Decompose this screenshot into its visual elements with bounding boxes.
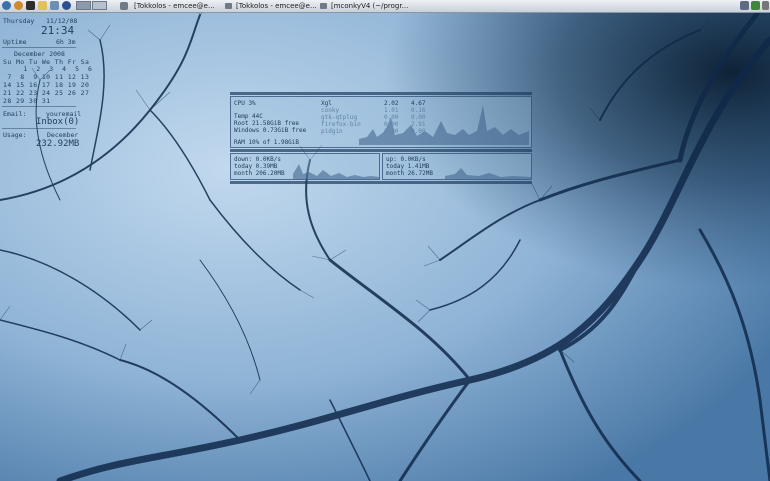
usage-period: December: [47, 131, 79, 139]
process-name: pidgin: [321, 128, 343, 135]
usage-value: 232.92MB: [36, 139, 80, 149]
tray-volume-icon[interactable]: [740, 1, 749, 10]
process-mem: 0.00: [411, 128, 426, 135]
process-cpu: 1.01: [384, 107, 399, 114]
cpu-temp: Temp 44C: [234, 113, 263, 120]
process-mem: 0.16: [411, 107, 426, 114]
terminal-icon[interactable]: [26, 1, 35, 10]
top-panel: [Tokkolos - emcee@e... [Tokkolos - emcee…: [0, 0, 770, 13]
calendar-week: 28 29 30 31: [3, 97, 51, 105]
window-icon: [320, 3, 327, 9]
download-speed: down: 0.0KB/s: [234, 156, 281, 163]
workspace-1[interactable]: [76, 1, 91, 10]
network-down-box: down: 0.0KB/s today 0.39MB month 206.20M…: [230, 153, 380, 180]
upload-today: today 1.41MB: [386, 163, 430, 170]
task-label: [Tokkolos - emcee@e...: [236, 2, 317, 10]
editor-icon[interactable]: [50, 1, 59, 10]
process-mem: 4.67: [411, 100, 426, 107]
ram-usage: RAM 10% of 1.98GiB: [234, 139, 300, 146]
process-cpu: 2.02: [384, 100, 399, 107]
divider: [2, 106, 76, 107]
divider: [2, 47, 76, 48]
folder-icon[interactable]: [38, 1, 47, 10]
process-mem: 0.00: [411, 114, 426, 121]
process-cpu: 0.00: [384, 128, 399, 135]
upload-speed: up: 0.0KB/s: [386, 156, 426, 163]
taskbar-separator-icon: [120, 2, 128, 10]
task-label: [Tokkolos - emcee@e...: [134, 2, 215, 10]
calendar-week: 14 15 16 17 18 19 20: [3, 81, 90, 89]
download-month: month 206.20MB: [234, 170, 285, 177]
task-button-3[interactable]: [mconkyV4 (~/progr...: [320, 1, 410, 11]
process-name: gtk-qtplug: [321, 114, 358, 121]
process-cpu: 0.00: [384, 114, 399, 121]
download-today: today 0.39MB: [234, 163, 278, 170]
windows-free: Windows 0.73GiB free: [234, 127, 307, 134]
calendar-week: 7 8 9 10 11 12 13: [3, 73, 90, 81]
email-label: Email:: [3, 110, 27, 118]
calendar-week: 1 2 3 4 5 6: [19, 65, 93, 73]
process-name: conky: [321, 107, 340, 114]
desktop-wallpaper: [0, 0, 770, 481]
start-menu-icon[interactable]: [2, 1, 11, 10]
process-name: firefox-bin: [321, 121, 361, 128]
task-label: [mconkyV4 (~/progr...: [331, 2, 409, 10]
usage-label: Usage:: [3, 131, 27, 139]
bottom-bar: [230, 181, 532, 184]
middle-bar: [230, 149, 532, 152]
process-cpu: 0.00: [384, 121, 399, 128]
network-up-box: up: 0.0KB/s today 1.41MB month 26.72MB: [382, 153, 532, 180]
uptime-value: 6h 3m: [56, 38, 76, 46]
calendar-month: December 2008: [14, 50, 65, 58]
top-bar: [230, 92, 532, 95]
upload-graph: [445, 168, 531, 179]
clock-time: 21:34: [41, 24, 75, 37]
globe-icon[interactable]: [62, 1, 71, 10]
workspace-2[interactable]: [92, 1, 107, 10]
uptime-label: Uptime: [3, 38, 27, 46]
divider: [2, 128, 76, 129]
upload-month: month 26.72MB: [386, 170, 433, 177]
task-button-1[interactable]: [Tokkolos - emcee@e...: [134, 1, 228, 11]
process-name: Xgl: [321, 100, 332, 107]
window-icon: [225, 3, 232, 9]
system-box: CPU 3% Temp 44C Root 21.58GiB free Windo…: [230, 96, 532, 148]
tray-power-icon[interactable]: [762, 1, 769, 10]
weekday: Thursday: [3, 17, 35, 25]
root-free: Root 21.58GiB free: [234, 120, 300, 127]
calendar-week: 21 22 23 24 25 26 27: [3, 89, 90, 97]
task-button-2[interactable]: [Tokkolos - emcee@e...: [225, 1, 317, 11]
tray-network-icon[interactable]: [751, 1, 760, 10]
process-mem: 2.91: [411, 121, 426, 128]
cpu-usage: CPU 3%: [234, 100, 256, 107]
download-graph: [293, 164, 379, 179]
inbox-count: Inbox(0): [36, 117, 80, 127]
browser-icon[interactable]: [14, 1, 23, 10]
